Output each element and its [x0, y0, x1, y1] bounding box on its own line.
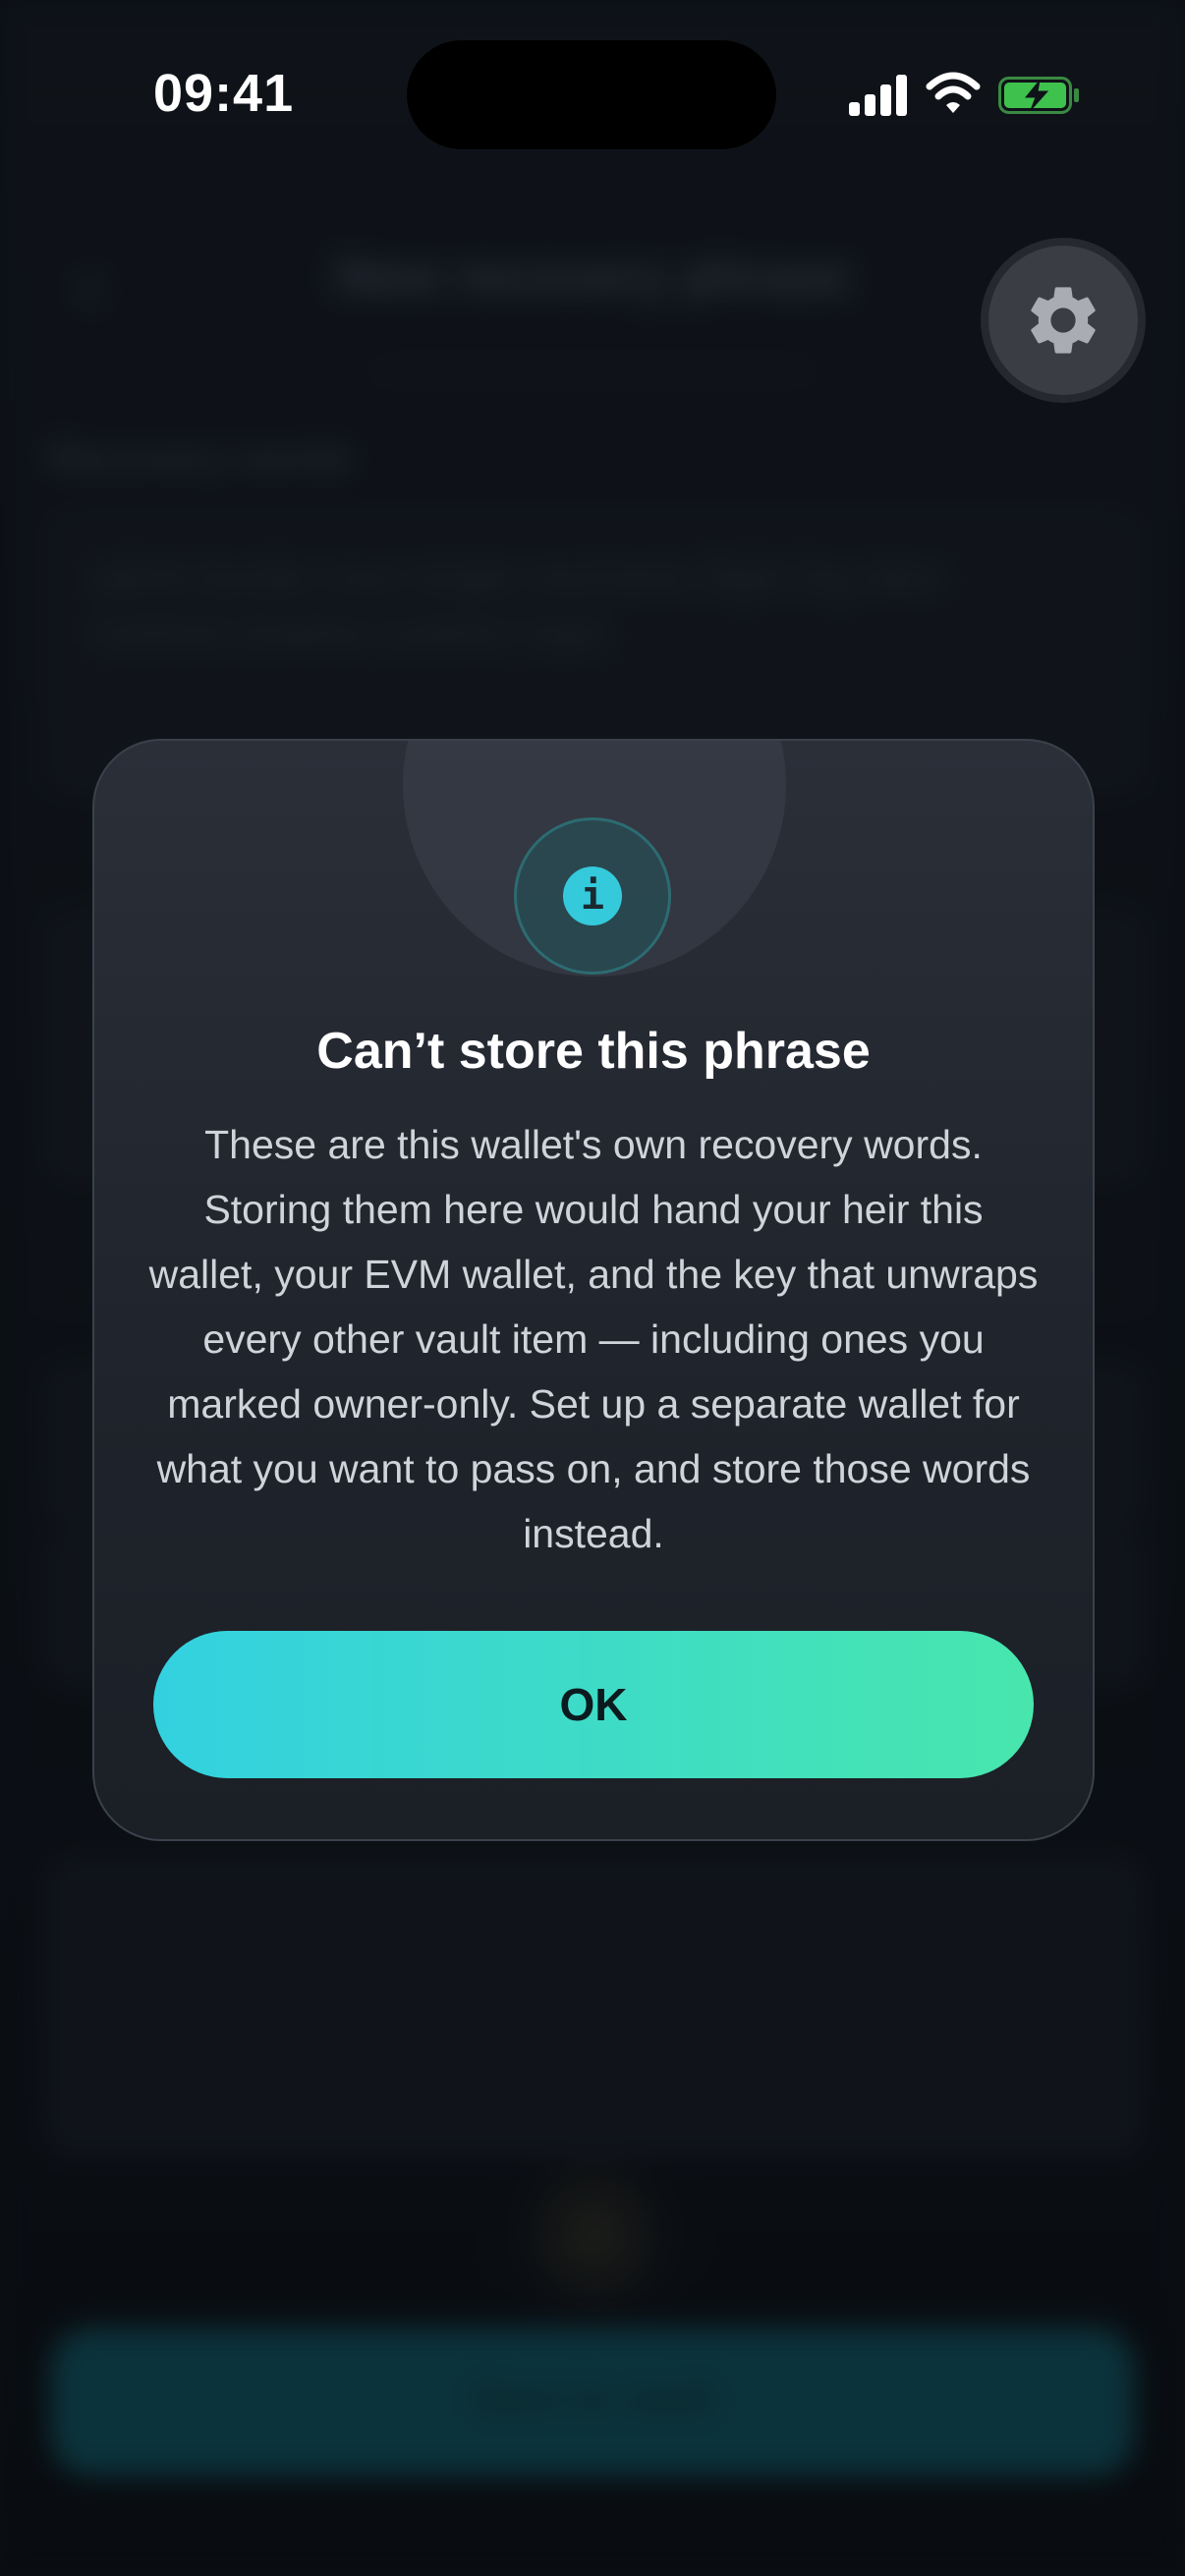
cellular-signal-icon — [849, 73, 908, 116]
status-time: 09:41 — [153, 64, 295, 123]
alert-dialog: i Can’t store this phrase These are this… — [92, 739, 1095, 1841]
gear-icon — [1031, 287, 1096, 354]
dynamic-island — [407, 40, 776, 149]
ok-button-label: OK — [559, 1679, 628, 1730]
info-icon: i — [563, 867, 622, 925]
battery-charging-icon — [998, 77, 1079, 114]
ok-button[interactable]: OK — [153, 1631, 1034, 1778]
dialog-title: Can’t store this phrase — [316, 1023, 871, 1080]
settings-button[interactable] — [988, 246, 1138, 395]
wifi-icon — [926, 72, 981, 113]
dialog-message: These are this wallet's own recovery wor… — [148, 1122, 1039, 1556]
